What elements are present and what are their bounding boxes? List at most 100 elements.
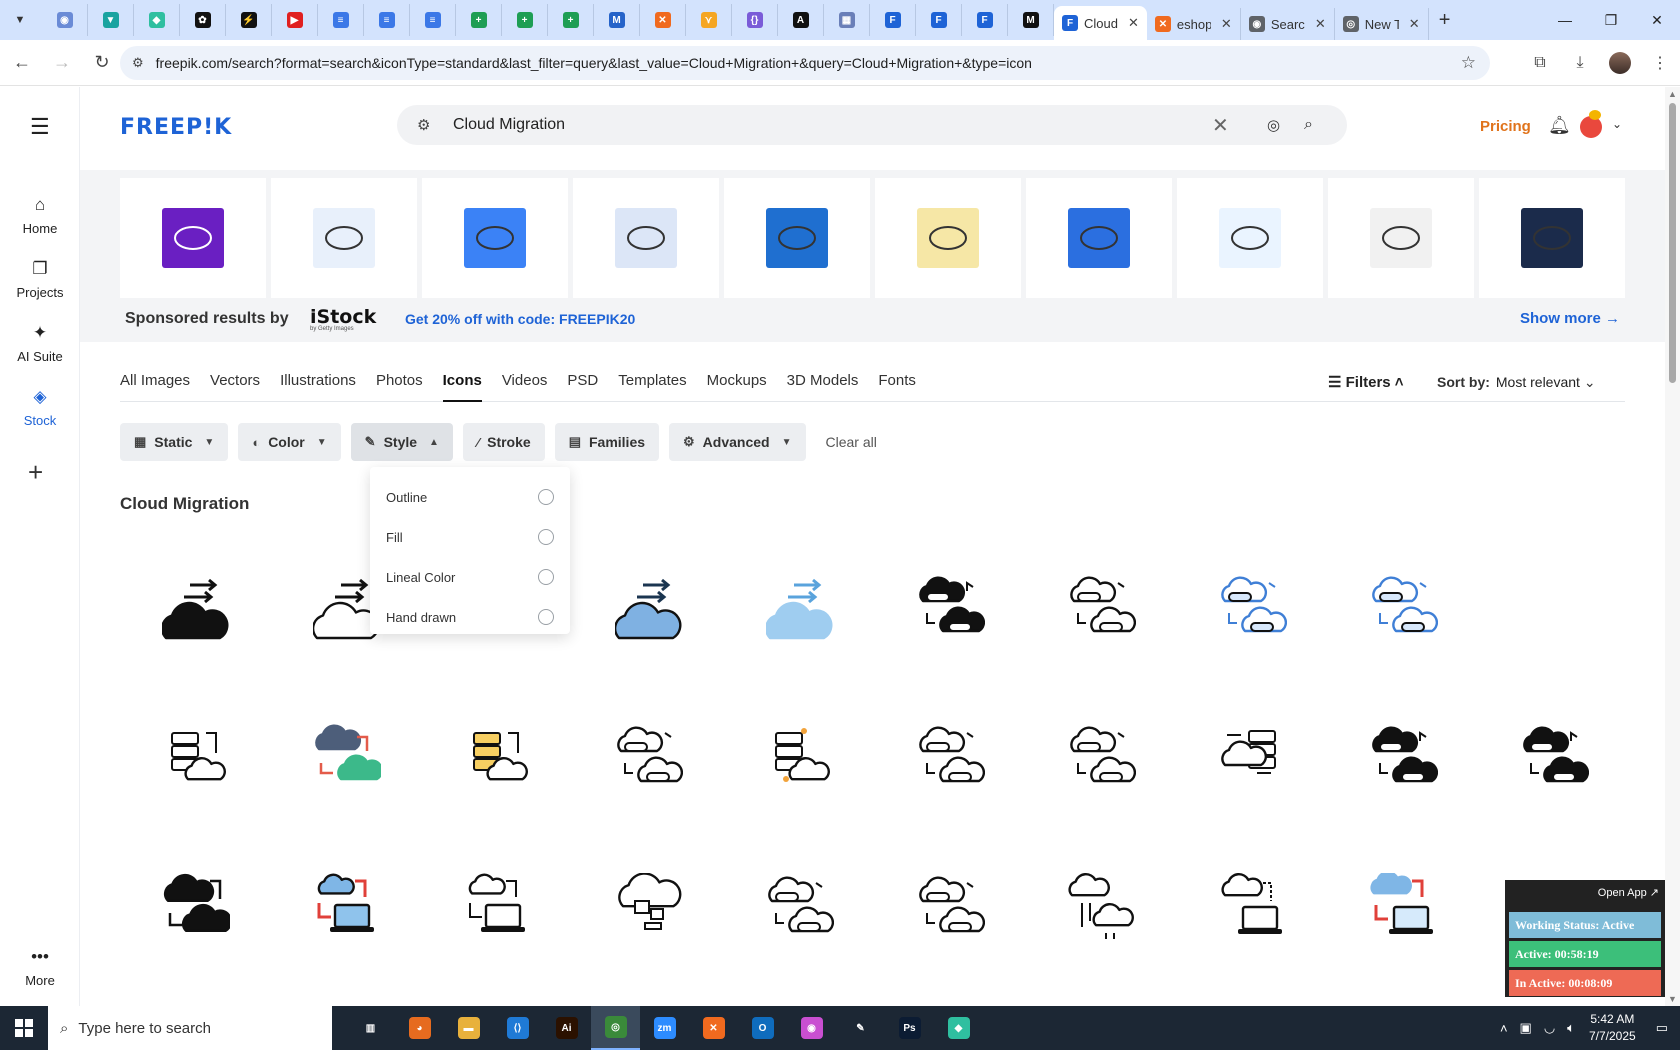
sidenav-item-stock[interactable]: ◈ Stock [0,387,80,428]
taskbar-app[interactable]: ◕ [395,1006,444,1050]
type-tab[interactable]: Templates [618,362,686,402]
pinned-tab[interactable]: + [502,4,548,36]
radio-button[interactable] [538,569,554,585]
icon-result[interactable] [724,692,875,822]
sponsored-thumbnail[interactable] [1026,178,1172,298]
pinned-tab[interactable]: F [962,4,1008,36]
icon-result[interactable] [1177,542,1328,672]
search-input[interactable] [453,113,1153,137]
open-app-link[interactable]: Open App ↗ [1598,886,1659,899]
style-option[interactable]: Outline [370,477,570,517]
taskbar-app[interactable]: zm [640,1006,689,1050]
sidenav-item-projects[interactable]: ❐ Projects [0,259,80,300]
scroll-thumb[interactable] [1669,103,1676,383]
clear-search-icon[interactable]: ✕ [1212,113,1229,138]
sidenav-item-home[interactable]: ⌂ Home [0,195,80,236]
scroll-up-icon[interactable]: ▲ [1668,89,1677,99]
icon-result[interactable] [1328,542,1479,672]
camera-search-icon[interactable]: ◎ [1267,116,1280,134]
icon-result[interactable] [1177,692,1328,822]
browser-tab[interactable]: F Cloud ✕ [1054,6,1147,40]
close-window-button[interactable]: ✕ [1634,0,1680,40]
pinned-tab[interactable]: F [916,4,962,36]
icon-result[interactable] [120,692,271,822]
bookmark-star-icon[interactable]: ☆ [1461,53,1476,73]
sponsored-thumbnail[interactable] [120,178,266,298]
restore-button[interactable]: ❐ [1588,0,1634,40]
volume-icon[interactable]: 🔈︎ [1567,1020,1575,1036]
icon-result[interactable] [1026,692,1177,822]
back-button[interactable]: ← [4,45,40,81]
search-options-icon[interactable]: ⚙ [417,116,430,134]
scroll-down-icon[interactable]: ▼ [1668,994,1677,1004]
taskbar-app[interactable]: ▥ [346,1006,395,1050]
icon-result[interactable] [875,542,1026,672]
taskbar-app[interactable]: Ps [885,1006,934,1050]
taskbar-search[interactable]: ⌕ Type here to search [48,1006,332,1050]
icon-result[interactable] [271,842,422,972]
taskbar-clock[interactable]: 5:42 AM 7/7/2025 [1589,1011,1636,1045]
sidenav-item-ai-suite[interactable]: ✦ AI Suite [0,323,80,364]
profile-avatar[interactable] [1609,52,1631,74]
browser-tab[interactable]: ◉ Searc ✕ [1241,8,1335,40]
search-icon[interactable]: ⌕ [1304,116,1313,134]
menu-kebab-icon[interactable]: ⋮ [1640,53,1680,73]
pinned-tab[interactable]: ≡ [364,4,410,36]
icon-result[interactable] [422,692,573,822]
type-tab[interactable]: Illustrations [280,362,356,402]
close-tab-icon[interactable]: ✕ [1409,16,1420,32]
browser-tab[interactable]: ◎ New T ✕ [1335,8,1429,40]
icon-result[interactable] [573,692,724,822]
icon-result[interactable] [422,842,573,972]
sponsored-thumbnail[interactable] [573,178,719,298]
icon-result[interactable] [1177,842,1328,972]
icon-result[interactable] [1328,842,1479,972]
style-option[interactable]: Lineal Color [370,557,570,597]
pricing-link[interactable]: Pricing [1480,118,1531,135]
forward-button[interactable]: → [44,45,80,81]
notifications-icon[interactable]: ▭ [1656,1020,1668,1036]
taskbar-app[interactable]: ◎ [591,1006,640,1050]
add-icon[interactable]: + [28,457,43,488]
sponsored-thumbnail[interactable] [724,178,870,298]
type-tab[interactable]: Mockups [707,362,767,402]
type-tab[interactable]: Icons [442,362,482,402]
sponsored-thumbnail[interactable] [875,178,1021,298]
clear-all-button[interactable]: Clear all [816,423,887,461]
taskbar-app[interactable]: ✕ [689,1006,738,1050]
page-scrollbar[interactable]: ▲ ▼ [1665,87,1680,1006]
sponsored-thumbnail[interactable] [422,178,568,298]
pinned-tab[interactable]: ✕ [640,4,686,36]
pinned-tab[interactable]: ≡ [410,4,456,36]
sponsored-thumbnail[interactable] [1328,178,1474,298]
filters-toggle[interactable]: ☰ Filters ˄ [1328,373,1404,391]
icon-result[interactable] [1026,542,1177,672]
pinned-tab[interactable]: M [594,4,640,36]
pinned-tab[interactable]: + [456,4,502,36]
pinned-tab[interactable]: {} [732,4,778,36]
type-tab[interactable]: 3D Models [787,362,859,402]
filter-button[interactable]: ▦ Static ▼ [120,423,229,461]
radio-button[interactable] [538,529,554,545]
chevron-down-icon[interactable]: ⌄ [1612,117,1622,131]
type-tab[interactable]: Vectors [210,362,260,402]
windows-start-button[interactable] [0,1006,48,1050]
filter-button[interactable]: ✎ Style ▲ [350,423,453,461]
browser-tab[interactable]: ✕ eshop ✕ [1147,8,1241,40]
tab-search-button[interactable]: ▼ [6,6,34,34]
icon-result[interactable] [573,542,724,672]
taskbar-app[interactable]: ⟨⟩ [493,1006,542,1050]
icon-result[interactable] [271,692,422,822]
wifi-icon[interactable]: ◡ [1544,1020,1555,1036]
sidenav-item-more[interactable]: ••• More [0,947,80,988]
icon-result[interactable] [1026,842,1177,972]
user-avatar[interactable] [1580,110,1602,138]
icon-result[interactable] [724,842,875,972]
taskbar-app[interactable]: ▬ [444,1006,493,1050]
type-tab[interactable]: Fonts [878,362,916,402]
pinned-tab[interactable]: F [870,4,916,36]
taskbar-app[interactable]: ◉ [787,1006,836,1050]
style-option[interactable]: Fill [370,517,570,557]
pinned-tab[interactable]: ◆ [134,4,180,36]
pinned-tab[interactable]: M [1008,4,1054,36]
